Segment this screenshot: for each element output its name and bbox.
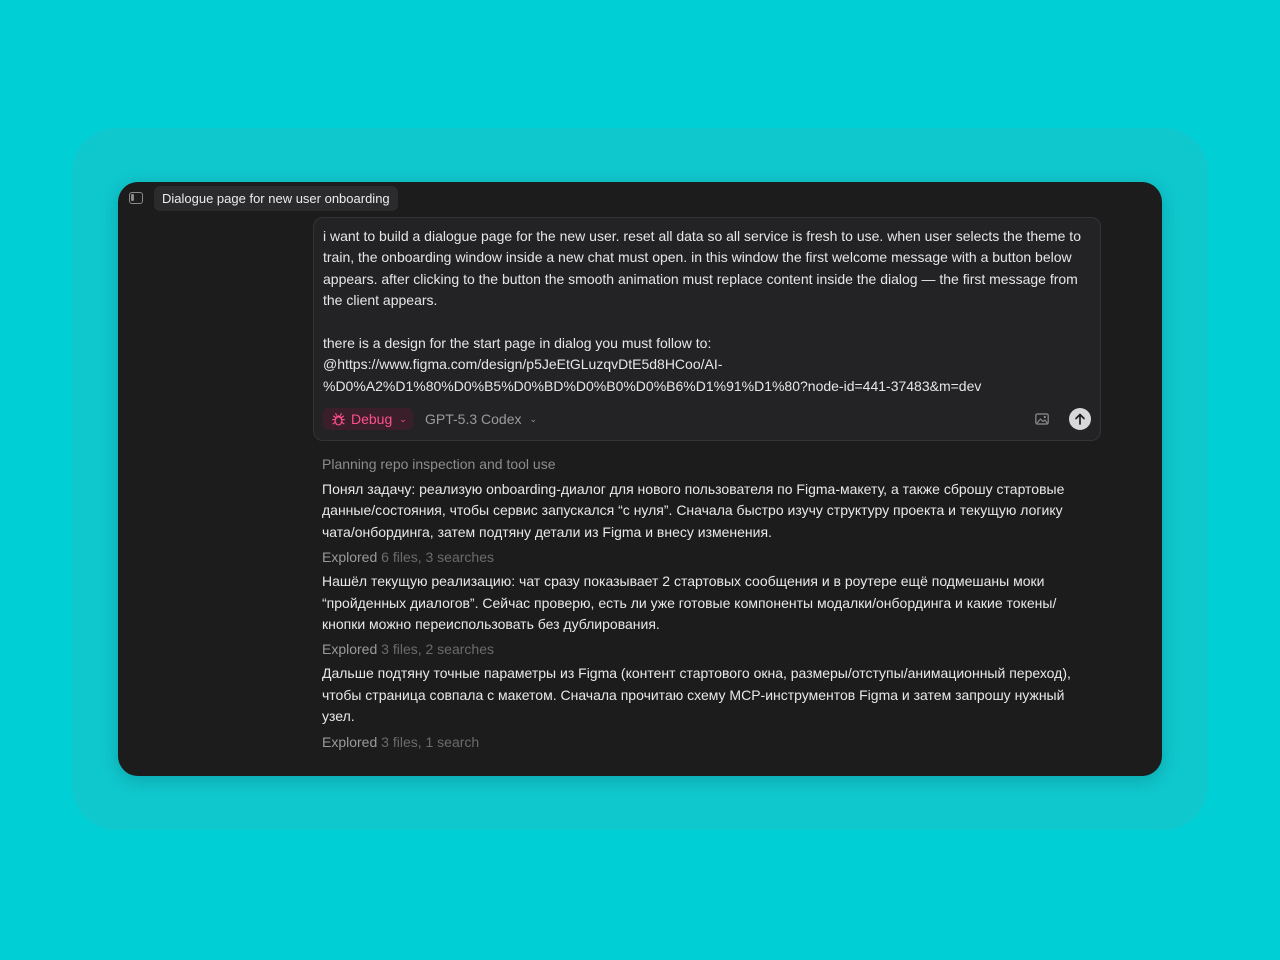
- user-prompt-card[interactable]: i want to build a dialogue page for the …: [313, 217, 1101, 441]
- assistant-transcript: Planning repo inspection and tool use По…: [322, 454, 1092, 756]
- composer-toolbar: Debug ⌄ GPT-5.3 Codex ⌄: [323, 408, 1091, 432]
- mode-selector[interactable]: Debug ⌄: [323, 408, 413, 430]
- conversation-title[interactable]: Dialogue page for new user onboarding: [154, 186, 398, 211]
- step-detail: 3 files, 2 searches: [381, 641, 494, 658]
- thinking-status: Planning repo inspection and tool use: [322, 456, 556, 472]
- figma-link[interactable]: @https://www.figma.com/design/p5JeEtGLuz…: [323, 354, 1093, 375]
- arrow-up-icon: [1075, 413, 1085, 425]
- sidebar-toggle-icon[interactable]: [129, 192, 143, 204]
- prompt-paragraph: i want to build a dialogue page for the …: [323, 228, 1081, 309]
- assistant-message: Понял задачу: реализую onboarding-диалог…: [322, 481, 1065, 540]
- figma-link[interactable]: %D0%A2%D1%80%D0%B5%D0%BD%D0%B0%D0%B6%D1%…: [323, 376, 1093, 397]
- image-icon: [1035, 413, 1049, 425]
- prompt-line: there is a design for the start page in …: [323, 335, 712, 352]
- chevron-down-icon: ⌄: [529, 414, 538, 424]
- explored-step[interactable]: Explored 3 files, 2 searches: [322, 635, 1092, 663]
- step-verb: Explored: [322, 549, 378, 566]
- chevron-down-icon: ⌄: [399, 414, 407, 424]
- titlebar: Dialogue page for new user onboarding: [118, 182, 1162, 216]
- bug-icon: [332, 412, 345, 426]
- prompt-paragraph: there is a design for the start page in …: [323, 333, 1093, 397]
- step-detail: 3 files, 1 search: [381, 733, 480, 750]
- send-button[interactable]: [1069, 408, 1091, 430]
- step-detail: 6 files, 3 searches: [381, 549, 494, 566]
- attach-image-button[interactable]: [1035, 412, 1049, 426]
- chat-window: Dialogue page for new user onboarding i …: [118, 182, 1162, 776]
- step-verb: Explored: [322, 733, 378, 750]
- step-verb: Explored: [322, 641, 378, 658]
- assistant-message: Дальше подтяну точные параметры из Figma…: [322, 665, 1071, 725]
- explored-step[interactable]: Explored 3 files, 1 search: [322, 728, 1092, 756]
- model-selector[interactable]: GPT-5.3 Codex ⌄: [425, 408, 537, 430]
- mode-label: Debug: [351, 411, 393, 427]
- model-label: GPT-5.3 Codex: [425, 411, 522, 427]
- user-prompt-text: i want to build a dialogue page for the …: [323, 226, 1093, 397]
- explored-step[interactable]: Explored 6 files, 3 searches: [322, 543, 1092, 571]
- assistant-message: Нашёл текущую реализацию: чат сразу пока…: [322, 573, 1057, 633]
